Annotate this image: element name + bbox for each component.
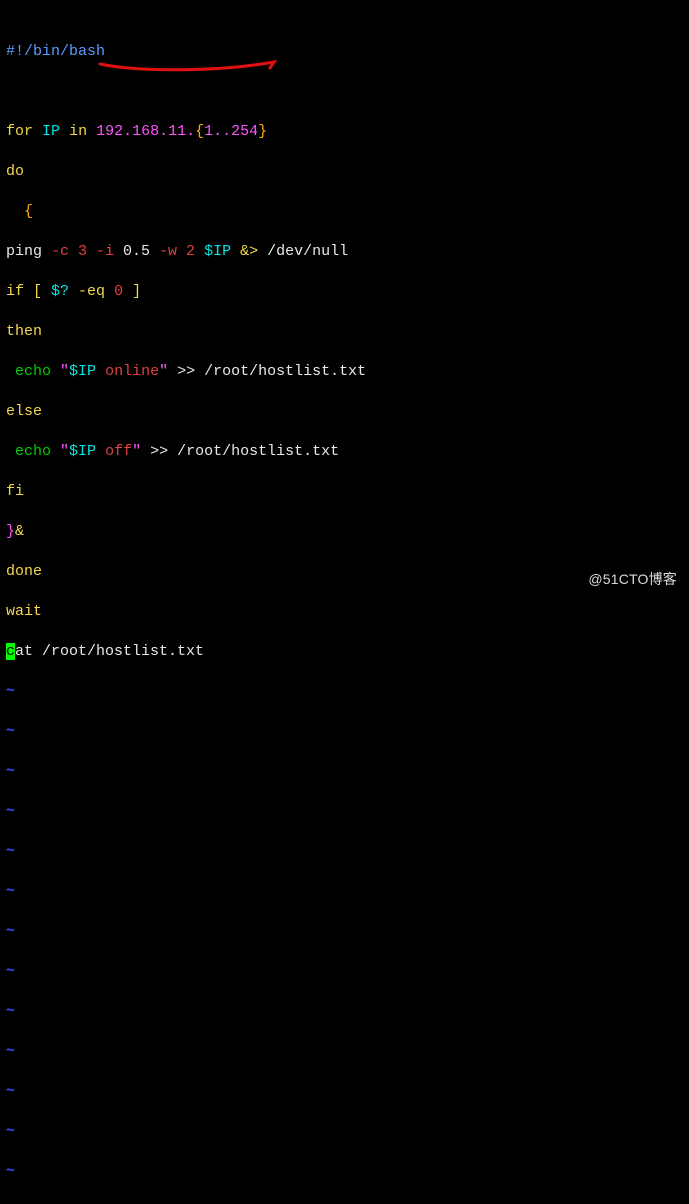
- code-line: fi: [6, 482, 683, 502]
- cmd-cat: at /root/hostlist.txt: [15, 643, 204, 660]
- code-line: {: [6, 202, 683, 222]
- quote: ": [159, 363, 168, 380]
- kw-do: do: [6, 163, 24, 180]
- vim-empty-line: ~: [6, 682, 683, 702]
- kw-for: for: [6, 123, 33, 140]
- code-line: #!/bin/bash: [6, 42, 683, 62]
- var-status: $?: [51, 283, 69, 300]
- var-ip: $IP: [69, 363, 96, 380]
- redir-path: >> /root/hostlist.txt: [141, 443, 339, 460]
- code-line: do: [6, 162, 683, 182]
- op-eq: -eq: [69, 283, 114, 300]
- code-line: for IP in 192.168.11.{1..254}: [6, 122, 683, 142]
- code-line: cat /root/hostlist.txt: [6, 642, 683, 662]
- code-line: then: [6, 322, 683, 342]
- brace-open: {: [24, 203, 33, 220]
- bracket-open: [: [24, 283, 51, 300]
- kw-then: then: [6, 323, 42, 340]
- vim-empty-line: ~: [6, 842, 683, 862]
- vim-empty-line: ~: [6, 882, 683, 902]
- quote: ": [51, 443, 69, 460]
- vim-empty-line: ~: [6, 922, 683, 942]
- path-devnull: /dev/null: [258, 243, 348, 260]
- vim-empty-line: ~: [6, 762, 683, 782]
- str-off: off: [96, 443, 132, 460]
- var-ip: $IP: [195, 243, 231, 260]
- code-line: ping -c 3 -i 0.5 -w 2 $IP &> /dev/null: [6, 242, 683, 262]
- indent: [6, 443, 15, 460]
- kw-fi: fi: [6, 483, 24, 500]
- kw-wait: wait: [6, 603, 42, 620]
- bracket-close: ]: [123, 283, 141, 300]
- quote: ": [132, 443, 141, 460]
- cmd-ping: ping: [6, 243, 42, 260]
- cmd-echo: echo: [15, 443, 51, 460]
- kw-else: else: [6, 403, 42, 420]
- shebang-path: /bin/bash: [24, 43, 105, 60]
- vim-empty-line: ~: [6, 1002, 683, 1022]
- code-line: else: [6, 402, 683, 422]
- ping-num: 0.5: [114, 243, 150, 260]
- brace-open: {: [195, 123, 204, 140]
- shebang-hash: #!: [6, 43, 24, 60]
- vim-empty-line: ~: [6, 722, 683, 742]
- ping-flags2: -w 2: [150, 243, 195, 260]
- brace-close: }: [6, 523, 15, 540]
- code-line: if [ $? -eq 0 ]: [6, 282, 683, 302]
- var-ip: $IP: [69, 443, 96, 460]
- num-zero: 0: [114, 283, 123, 300]
- vim-empty-line: ~: [6, 1042, 683, 1062]
- code-line-blank: [6, 82, 683, 102]
- code-line: echo "$IP online" >> /root/hostlist.txt: [6, 362, 683, 382]
- redir-path: >> /root/hostlist.txt: [168, 363, 366, 380]
- vim-empty-line: ~: [6, 802, 683, 822]
- code-editor-viewport[interactable]: #!/bin/bash for IP in 192.168.11.{1..254…: [0, 0, 689, 1204]
- code-line: echo "$IP off" >> /root/hostlist.txt: [6, 442, 683, 462]
- amp: &: [15, 523, 24, 540]
- code-line: }&: [6, 522, 683, 542]
- code-line: done: [6, 562, 683, 582]
- var-ip: IP: [42, 123, 60, 140]
- watermark-label: @51CTO博客: [588, 569, 677, 589]
- ip-range: 1..254: [204, 123, 258, 140]
- kw-if: if: [6, 283, 24, 300]
- brace-close: }: [258, 123, 267, 140]
- vim-empty-line: ~: [6, 1122, 683, 1142]
- str-online: online: [96, 363, 159, 380]
- quote: ": [51, 363, 69, 380]
- indent: [6, 363, 15, 380]
- vim-empty-line: ~: [6, 962, 683, 982]
- editor-cursor[interactable]: c: [6, 643, 15, 660]
- indent: [6, 203, 24, 220]
- ping-flags: -c 3 -i: [42, 243, 114, 260]
- code-line: wait: [6, 602, 683, 622]
- cmd-echo: echo: [15, 363, 51, 380]
- vim-empty-line: ~: [6, 1162, 683, 1182]
- ip-prefix: 192.168.11.: [96, 123, 195, 140]
- vim-empty-line: ~: [6, 1082, 683, 1102]
- kw-done: done: [6, 563, 42, 580]
- redir-amp: &>: [231, 243, 258, 260]
- kw-in: in: [69, 123, 87, 140]
